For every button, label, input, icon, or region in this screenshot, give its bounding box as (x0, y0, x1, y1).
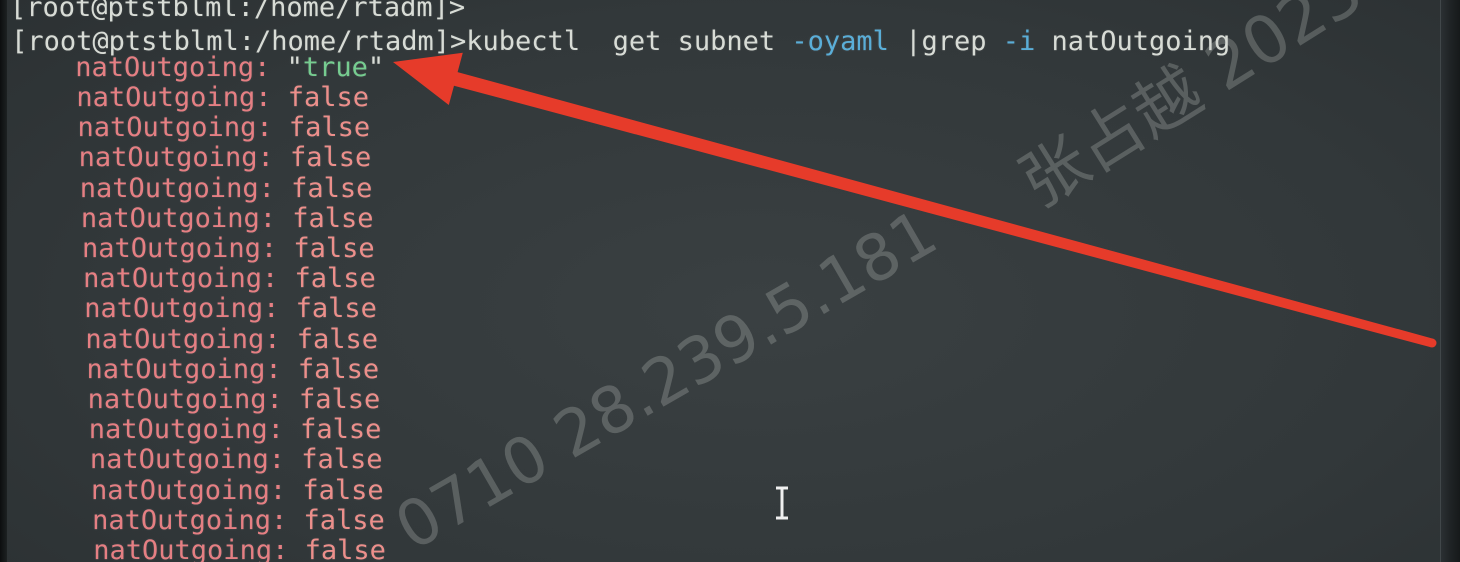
yaml-value: false (301, 444, 383, 476)
yaml-value: false (292, 202, 374, 234)
output-format-flag: -oyaml (791, 25, 889, 57)
output-line: natOutgoing: false (0, 445, 1436, 475)
yaml-key: natOutgoing: (85, 323, 281, 355)
output-line: natOutgoing: false (0, 172, 1436, 204)
yaml-value: false (298, 383, 381, 415)
yaml-value: false (295, 293, 377, 325)
output-line: natOutgoing: false (0, 202, 1436, 234)
yaml-key: natOutgoing: (86, 353, 282, 385)
shell-prompt: [root@ptstblml:/home/rtadm]> (11, 25, 467, 57)
monitor-bezel-right (1440, 0, 1460, 562)
terminal-screen: [root@ptstblml:/home/rtadm]> [root@ptstb… (0, 0, 1460, 562)
yaml-value: false (296, 323, 378, 355)
ignore-case-flag: -i (1002, 25, 1036, 57)
output-line: natOutgoing: false (0, 113, 1436, 143)
yaml-key: natOutgoing: (89, 444, 285, 476)
yaml-key: natOutgoing: (76, 82, 272, 114)
yaml-value: false (294, 263, 376, 295)
yaml-key: natOutgoing: (84, 293, 280, 325)
yaml-value: false (302, 474, 384, 506)
yaml-value: false (289, 142, 372, 174)
yaml-key: natOutgoing: (77, 112, 273, 144)
yaml-value: false (300, 414, 382, 446)
yaml-key: natOutgoing: (82, 233, 278, 264)
output-line: natOutgoing: false (0, 233, 1436, 264)
yaml-key: natOutgoing: (83, 263, 279, 295)
text-cursor-icon (776, 486, 788, 520)
yaml-key: natOutgoing: (93, 534, 289, 562)
output-line: natOutgoing: false (0, 264, 1436, 294)
yaml-key: natOutgoing: (80, 202, 276, 234)
yaml-value: false (297, 353, 380, 385)
output-line: natOutgoing: false (0, 474, 1436, 506)
command-verb: get (612, 25, 662, 57)
yaml-value: false (293, 233, 375, 264)
yaml-value: false (287, 82, 369, 114)
command-resource: subnet (677, 25, 776, 57)
output-line: natOutgoing: false (0, 504, 1436, 536)
output-line: natOutgoing: false (0, 534, 1436, 562)
monitor-bezel-left (0, 0, 7, 562)
pipe-grep: |grep (905, 25, 987, 57)
yaml-key: natOutgoing: (78, 142, 274, 174)
yaml-key: natOutgoing: (79, 172, 275, 204)
command-name: kubectl (466, 25, 581, 57)
yaml-value: false (303, 504, 385, 536)
output-line: natOutgoing: false (0, 143, 1436, 173)
yaml-key: natOutgoing: (92, 504, 288, 536)
yaml-value: false (288, 112, 371, 144)
yaml-value: false (304, 534, 386, 562)
yaml-key: natOutgoing: (88, 414, 284, 446)
prompt-line: [root@ptstblml:/home/rtadm]> (0, 0, 1436, 23)
yaml-key: natOutgoing: (87, 383, 283, 415)
yaml-value: false (291, 172, 373, 204)
output-line: natOutgoing: false (0, 415, 1436, 445)
shell-prompt: [root@ptstblml:/home/rtadm]> (10, 0, 466, 23)
yaml-key: natOutgoing: (91, 474, 287, 506)
